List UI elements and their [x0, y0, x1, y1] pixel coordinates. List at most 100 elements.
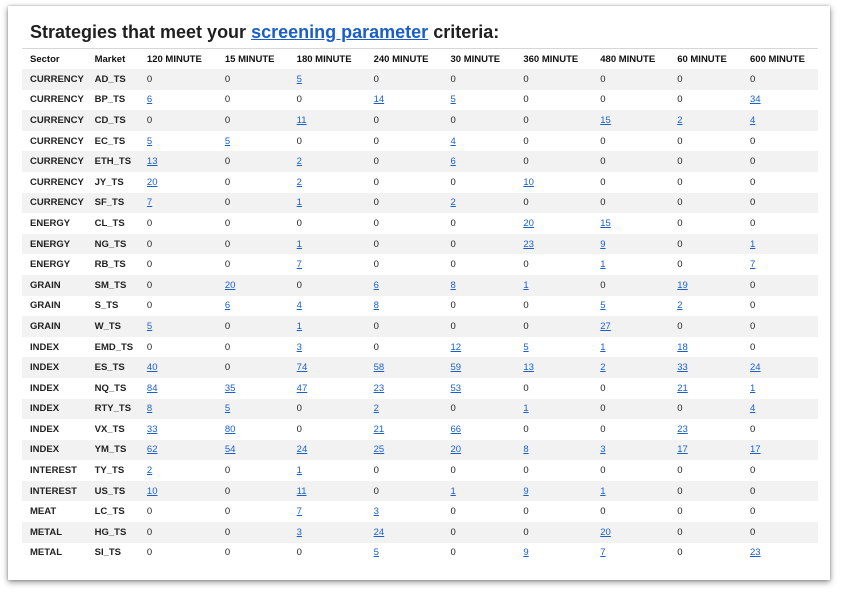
strategy-count-link[interactable]: 15 [600, 218, 611, 229]
strategy-count-link[interactable]: 2 [147, 465, 152, 476]
strategy-count-link[interactable]: 8 [374, 300, 379, 311]
strategy-count-link[interactable]: 20 [147, 177, 158, 188]
strategy-count-link[interactable]: 1 [297, 321, 302, 332]
strategy-count-link[interactable]: 6 [374, 280, 379, 291]
strategy-count-link[interactable]: 24 [374, 527, 385, 538]
strategy-count-link[interactable]: 18 [677, 342, 688, 353]
strategy-count-link[interactable]: 5 [147, 321, 152, 332]
strategy-count-link[interactable]: 10 [523, 177, 534, 188]
strategy-count-link[interactable]: 3 [374, 506, 379, 517]
strategy-count-link[interactable]: 5 [147, 136, 152, 147]
strategy-count-link[interactable]: 15 [600, 115, 611, 126]
strategy-count-link[interactable]: 7 [750, 259, 755, 270]
screening-parameter-link[interactable]: screening parameter [251, 22, 428, 42]
strategy-count-link[interactable]: 80 [225, 424, 236, 435]
strategy-count-link[interactable]: 9 [600, 239, 605, 250]
strategy-count-link[interactable]: 2 [374, 403, 379, 414]
strategy-count-link[interactable]: 10 [147, 486, 158, 497]
strategy-count-link[interactable]: 33 [677, 362, 688, 373]
strategy-count-link[interactable]: 1 [451, 486, 456, 497]
strategy-count-link[interactable]: 23 [677, 424, 688, 435]
strategy-count-link[interactable]: 1 [297, 197, 302, 208]
strategy-count-link[interactable]: 1 [750, 239, 755, 250]
strategy-count-link[interactable]: 2 [677, 300, 682, 311]
strategy-count-link[interactable]: 1 [750, 383, 755, 394]
strategy-count-link[interactable]: 2 [297, 177, 302, 188]
strategy-count-link[interactable]: 3 [600, 444, 605, 455]
strategy-count-link[interactable]: 1 [600, 259, 605, 270]
strategy-count-link[interactable]: 1 [600, 486, 605, 497]
strategy-count-link[interactable]: 23 [750, 547, 761, 558]
strategy-count-link[interactable]: 54 [225, 444, 236, 455]
strategy-count-link[interactable]: 1 [297, 239, 302, 250]
strategy-count-link[interactable]: 1 [600, 342, 605, 353]
strategy-count-link[interactable]: 19 [677, 280, 688, 291]
strategy-count-link[interactable]: 8 [523, 444, 528, 455]
strategy-count-link[interactable]: 5 [297, 74, 302, 85]
strategy-count-link[interactable]: 11 [297, 115, 307, 126]
strategy-count-link[interactable]: 7 [297, 259, 302, 270]
strategy-count-link[interactable]: 7 [600, 547, 605, 558]
strategy-count-link[interactable]: 21 [374, 424, 385, 435]
strategy-count-link[interactable]: 59 [451, 362, 462, 373]
strategy-count-link[interactable]: 58 [374, 362, 385, 373]
strategy-count-link[interactable]: 27 [600, 321, 611, 332]
strategy-count-link[interactable]: 4 [451, 136, 456, 147]
strategy-count-link[interactable]: 12 [451, 342, 462, 353]
strategy-count-link[interactable]: 84 [147, 383, 158, 394]
strategy-count-link[interactable]: 17 [677, 444, 688, 455]
strategy-count-link[interactable]: 4 [750, 115, 755, 126]
strategy-count-link[interactable]: 23 [523, 239, 534, 250]
strategy-count-link[interactable]: 3 [297, 527, 302, 538]
strategy-count-link[interactable]: 5 [523, 342, 528, 353]
strategy-count-link[interactable]: 24 [750, 362, 761, 373]
strategy-count-link[interactable]: 23 [374, 383, 385, 394]
strategy-count-link[interactable]: 3 [297, 342, 302, 353]
strategy-count-link[interactable]: 21 [677, 383, 688, 394]
strategy-count-link[interactable]: 13 [147, 156, 158, 167]
strategy-count-link[interactable]: 9 [523, 486, 528, 497]
strategy-count-link[interactable]: 6 [147, 94, 152, 105]
strategy-count-link[interactable]: 2 [677, 115, 682, 126]
strategy-count-link[interactable]: 5 [451, 94, 456, 105]
strategy-count-link[interactable]: 47 [297, 383, 308, 394]
strategy-count-link[interactable]: 14 [374, 94, 385, 105]
strategy-count-link[interactable]: 5 [374, 547, 379, 558]
strategy-count-link[interactable]: 6 [451, 156, 456, 167]
strategy-count-link[interactable]: 5 [225, 136, 230, 147]
strategy-count-link[interactable]: 7 [147, 197, 152, 208]
strategy-count-link[interactable]: 17 [750, 444, 761, 455]
strategy-count-link[interactable]: 13 [523, 362, 534, 373]
strategy-count-link[interactable]: 20 [451, 444, 462, 455]
strategy-count-link[interactable]: 6 [225, 300, 230, 311]
strategy-count-link[interactable]: 62 [147, 444, 158, 455]
strategy-count-link[interactable]: 33 [147, 424, 158, 435]
strategy-count-link[interactable]: 1 [523, 280, 528, 291]
strategy-count-link[interactable]: 5 [600, 300, 605, 311]
strategy-count-link[interactable]: 34 [750, 94, 761, 105]
strategy-count-link[interactable]: 25 [374, 444, 385, 455]
strategy-count-link[interactable]: 66 [451, 424, 462, 435]
strategy-count-link[interactable]: 74 [297, 362, 308, 373]
strategy-count-link[interactable]: 53 [451, 383, 462, 394]
strategy-count-link[interactable]: 4 [297, 300, 302, 311]
strategy-count-link[interactable]: 8 [147, 403, 152, 414]
strategy-count-link[interactable]: 35 [225, 383, 236, 394]
strategy-count-link[interactable]: 7 [297, 506, 302, 517]
strategy-count-link[interactable]: 11 [297, 486, 307, 497]
strategy-count-link[interactable]: 24 [297, 444, 308, 455]
strategy-count-link[interactable]: 20 [600, 527, 611, 538]
strategy-count-link[interactable]: 20 [225, 280, 236, 291]
strategy-count-link[interactable]: 2 [600, 362, 605, 373]
strategy-count-link[interactable]: 40 [147, 362, 158, 373]
strategy-count-link[interactable]: 9 [523, 547, 528, 558]
strategy-count-link[interactable]: 20 [523, 218, 534, 229]
strategy-count-link[interactable]: 2 [297, 156, 302, 167]
strategy-count-link[interactable]: 1 [297, 465, 302, 476]
strategy-count-link[interactable]: 5 [225, 403, 230, 414]
strategy-count-link[interactable]: 4 [750, 403, 755, 414]
strategy-count-link[interactable]: 2 [451, 197, 456, 208]
strategy-count-link[interactable]: 8 [451, 280, 456, 291]
count-cell: 3 [289, 337, 366, 358]
strategy-count-link[interactable]: 1 [523, 403, 528, 414]
